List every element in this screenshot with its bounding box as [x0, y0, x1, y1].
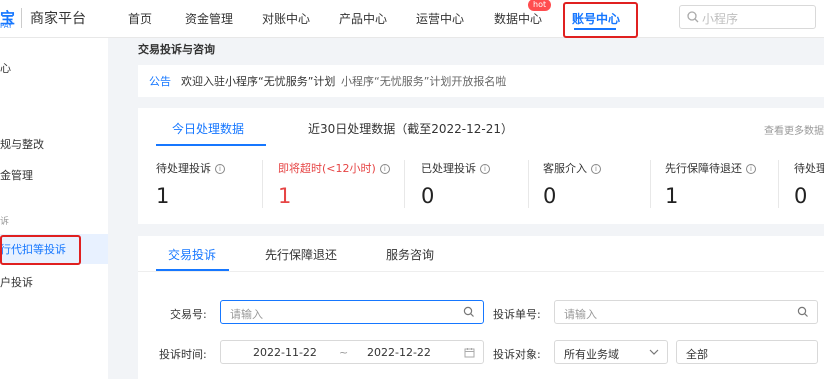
tab-service-inquiry[interactable]: 服务咨询 — [386, 246, 434, 263]
nav-funds[interactable]: 资金管理 — [185, 10, 233, 27]
stats-tab-indicator — [156, 144, 266, 146]
sidebar-item-funds[interactable]: 金管理 — [0, 167, 33, 183]
sidebar-item-user-complaints[interactable]: 户投诉 — [0, 274, 33, 290]
target-label: 投诉对象: — [493, 348, 541, 361]
sidebar-group-complaints: 诉 — [0, 217, 10, 227]
sidebar-item-center[interactable]: 心 — [0, 60, 11, 76]
tab-baseline — [138, 271, 824, 272]
sidebar-item-rules[interactable]: 规与整改 — [0, 136, 44, 152]
chevron-down-icon — [649, 349, 659, 355]
page-title: 交易投诉与咨询 — [138, 43, 215, 56]
target-type-select[interactable]: 全部 — [676, 340, 818, 364]
time-label: 投诉时间: — [159, 348, 207, 361]
tab-trade-complaints[interactable]: 交易投诉 — [168, 246, 216, 263]
nav-home[interactable]: 首页 — [128, 10, 152, 27]
stat-value-near-timeout[interactable]: 1 — [278, 184, 291, 208]
search-icon[interactable] — [797, 306, 809, 318]
logo-divider — [21, 8, 22, 28]
stat-divider — [650, 160, 651, 208]
info-icon[interactable]: i — [746, 164, 756, 174]
info-icon[interactable]: i — [215, 164, 225, 174]
filter-tab-indicator — [156, 269, 229, 271]
target-type-value: 全部 — [686, 348, 708, 361]
trade-no-placeholder: 请输入 — [230, 308, 263, 321]
complaint-no-input[interactable]: 请输入 — [554, 300, 818, 324]
top-navigation-bar: 宝 PAY 商家平台 首页 资金管理 对账中心 产品中心 运营中心 数据中心 h… — [0, 0, 824, 38]
date-start[interactable]: 2022-11-22 — [253, 346, 317, 359]
stat-divider — [528, 160, 529, 208]
stat-divider — [262, 160, 263, 208]
info-icon[interactable]: i — [379, 164, 390, 174]
stat-value-pending[interactable]: 1 — [156, 184, 169, 208]
stat-value-processed[interactable]: 0 — [421, 184, 434, 208]
info-icon[interactable]: i — [480, 164, 490, 174]
tab-last-30-days[interactable]: 近30日处理数据（截至2022-12-21） — [308, 120, 513, 137]
notice-tag: 公告 — [149, 75, 171, 88]
stat-divider — [778, 160, 779, 208]
stat-value-pending-more[interactable]: 0 — [794, 184, 807, 208]
brand-title: 商家平台 — [30, 11, 86, 27]
notice-bar: 公告 欢迎入驻小程序“无忧服务”计划 小程序“无忧服务”计划开放报名啦 — [138, 65, 824, 97]
stat-value-service-intervention[interactable]: 0 — [543, 184, 556, 208]
stats-panel: 今日处理数据 近30日处理数据（截至2022-12-21） 查看更多数据 待处理… — [138, 108, 824, 224]
complaint-no-label: 投诉单号: — [493, 308, 541, 321]
tab-today[interactable]: 今日处理数据 — [172, 120, 244, 137]
stat-label-pending: 待处理投诉 i — [156, 160, 225, 176]
notice-headline[interactable]: 欢迎入驻小程序“无忧服务”计划 — [181, 73, 335, 89]
nav-data[interactable]: 数据中心 — [494, 10, 542, 27]
filter-panel: 交易投诉 先行保障退还 服务咨询 交易号: 请输入 投诉单号: 请输入 投诉时间… — [138, 236, 824, 379]
date-separator: ~ — [339, 346, 349, 359]
trade-no-label: 交易号: — [170, 308, 207, 321]
stat-label-guarantee-refund: 先行保障待退还 i — [665, 160, 756, 176]
search-placeholder: 小程序 — [702, 12, 739, 26]
info-icon[interactable]: i — [591, 164, 601, 174]
tab-guarantee-refund[interactable]: 先行保障退还 — [265, 246, 337, 263]
stat-value-guarantee-refund[interactable]: 1 — [665, 184, 678, 208]
date-range-picker[interactable]: 2022-11-22 ~ 2022-12-22 — [220, 340, 484, 364]
notice-subtext[interactable]: 小程序“无忧服务”计划开放报名啦 — [341, 73, 506, 89]
complaint-no-placeholder: 请输入 — [564, 308, 597, 321]
nav-operations[interactable]: 运营中心 — [416, 10, 464, 27]
search-icon — [687, 11, 699, 23]
logo-subtext: PAY — [0, 22, 13, 30]
search-icon[interactable] — [463, 306, 475, 318]
view-more-link[interactable]: 查看更多数据 — [764, 122, 824, 137]
trade-no-input[interactable]: 请输入 — [220, 300, 484, 324]
highlight-box-account — [563, 2, 638, 38]
stat-label-service-intervention: 客服介入 i — [543, 160, 601, 176]
target-domain-select[interactable]: 所有业务域 — [554, 340, 668, 364]
stat-divider — [404, 160, 405, 208]
hot-badge: hot — [528, 0, 552, 11]
highlight-box-sidebar — [0, 235, 81, 265]
sidebar: 心 规与整改 金管理 诉 行代扣等投诉 户投诉 — [0, 38, 108, 379]
stat-label-processed: 已处理投诉 i — [421, 160, 490, 176]
calendar-icon[interactable] — [464, 347, 475, 358]
nav-reconciliation[interactable]: 对账中心 — [262, 10, 310, 27]
date-end[interactable]: 2022-12-22 — [367, 346, 431, 359]
stat-label-near-timeout: 即将超时(<12小时) i — [278, 160, 390, 176]
nav-products[interactable]: 产品中心 — [339, 10, 387, 27]
search-input[interactable]: 小程序 — [679, 5, 816, 29]
stat-label-pending-more: 待处理 — [794, 162, 824, 175]
target-domain-value: 所有业务域 — [564, 348, 619, 361]
